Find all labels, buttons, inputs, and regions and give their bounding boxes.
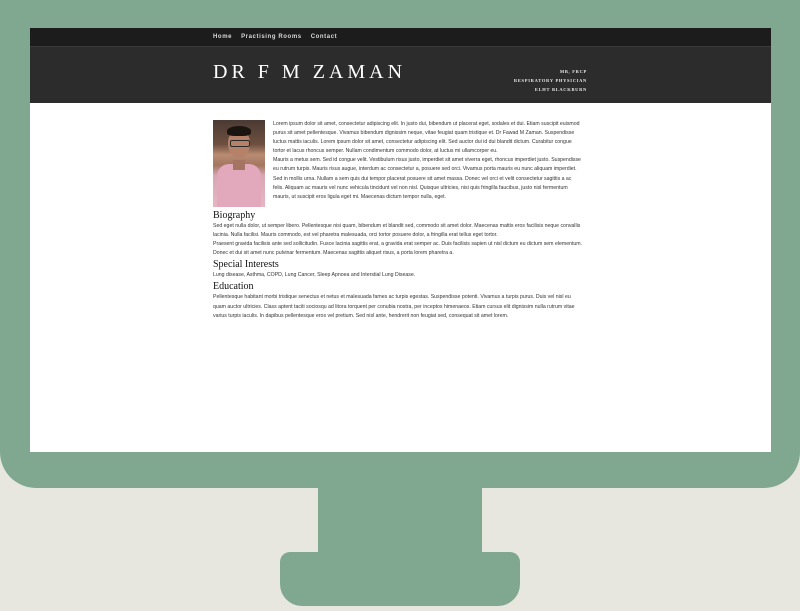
- credential-qualifications: MB, FRCP: [559, 69, 587, 74]
- credentials: MB, FRCP RESPIRATORY PHYSICIAN ELHT BLAC…: [514, 67, 587, 94]
- nav-contact-link[interactable]: Contact: [311, 34, 338, 40]
- biography-paragraph-1: Sed eget nulla dolor, ut semper libero. …: [213, 223, 581, 239]
- intro-paragraph-2: Mauris a metus sem. Sed id congue velit.…: [273, 157, 581, 200]
- biography-heading: Biography: [213, 210, 256, 221]
- site-title: DR F M ZAMAN: [213, 61, 407, 83]
- monitor-stand-base: [280, 552, 520, 606]
- education-text: Pellentesque habitant morbi tristique se…: [213, 294, 575, 319]
- website-screen: Home Practising Rooms Contact DR F M ZAM…: [30, 28, 771, 452]
- credential-role: RESPIRATORY PHYSICIAN: [513, 78, 587, 83]
- nav-practising-rooms-link[interactable]: Practising Rooms: [241, 34, 302, 40]
- intro-paragraph-1: Lorem ipsum dolor sit amet, consectetur …: [273, 121, 580, 155]
- intro-section: Lorem ipsum dolor sit amet, consectetur …: [213, 120, 583, 207]
- education-heading: Education: [213, 281, 254, 293]
- top-navigation: Home Practising Rooms Contact: [30, 28, 771, 47]
- special-interests-text: Lung disease, Asthma, COPD, Lung Cancer,…: [213, 272, 416, 279]
- monitor-stand-neck: [318, 486, 482, 556]
- site-header: DR F M ZAMAN MB, FRCP RESPIRATORY PHYSIC…: [30, 47, 771, 103]
- special-interests-heading: Special Interests: [213, 259, 279, 271]
- biography-paragraph-2: Praesent gravida facilisis ante sed soll…: [213, 241, 583, 257]
- doctor-portrait-image: [213, 120, 265, 207]
- credential-location: ELHT BLACKBURN: [534, 87, 587, 92]
- nav-home-link[interactable]: Home: [213, 34, 232, 40]
- main-content: Lorem ipsum dolor sit amet, consectetur …: [213, 120, 583, 321]
